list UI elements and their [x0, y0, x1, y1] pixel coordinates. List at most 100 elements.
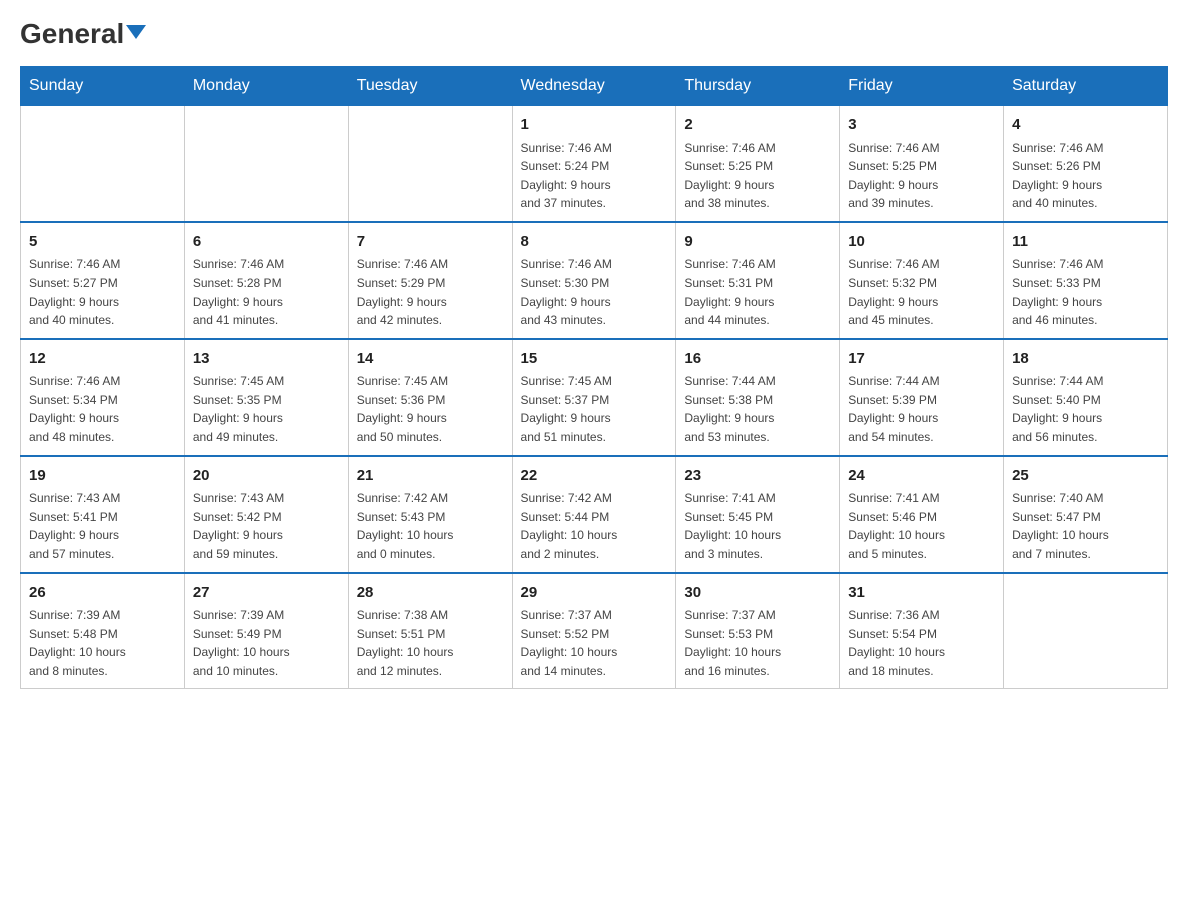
- weekday-header-monday: Monday: [184, 67, 348, 106]
- logo-triangle-icon: [126, 25, 146, 39]
- day-number: 7: [357, 231, 504, 254]
- calendar-cell: 26Sunrise: 7:39 AMSunset: 5:48 PMDayligh…: [21, 573, 185, 689]
- calendar-week-row: 19Sunrise: 7:43 AMSunset: 5:41 PMDayligh…: [21, 456, 1168, 573]
- day-number: 3: [848, 114, 995, 137]
- calendar-cell: 25Sunrise: 7:40 AMSunset: 5:47 PMDayligh…: [1004, 456, 1168, 573]
- day-info: Sunrise: 7:46 AMSunset: 5:26 PMDaylight:…: [1012, 139, 1159, 213]
- calendar-cell: 22Sunrise: 7:42 AMSunset: 5:44 PMDayligh…: [512, 456, 676, 573]
- calendar-cell: 29Sunrise: 7:37 AMSunset: 5:52 PMDayligh…: [512, 573, 676, 689]
- day-info: Sunrise: 7:40 AMSunset: 5:47 PMDaylight:…: [1012, 489, 1159, 563]
- day-info: Sunrise: 7:46 AMSunset: 5:28 PMDaylight:…: [193, 255, 340, 329]
- calendar-week-row: 1Sunrise: 7:46 AMSunset: 5:24 PMDaylight…: [21, 106, 1168, 222]
- calendar-cell: 5Sunrise: 7:46 AMSunset: 5:27 PMDaylight…: [21, 222, 185, 339]
- day-info: Sunrise: 7:42 AMSunset: 5:44 PMDaylight:…: [521, 489, 668, 563]
- day-number: 16: [684, 348, 831, 371]
- weekday-header-thursday: Thursday: [676, 67, 840, 106]
- calendar-cell: 28Sunrise: 7:38 AMSunset: 5:51 PMDayligh…: [348, 573, 512, 689]
- calendar-cell: 2Sunrise: 7:46 AMSunset: 5:25 PMDaylight…: [676, 106, 840, 222]
- day-number: 25: [1012, 465, 1159, 488]
- day-info: Sunrise: 7:46 AMSunset: 5:34 PMDaylight:…: [29, 372, 176, 446]
- day-info: Sunrise: 7:46 AMSunset: 5:29 PMDaylight:…: [357, 255, 504, 329]
- day-number: 29: [521, 582, 668, 605]
- day-info: Sunrise: 7:46 AMSunset: 5:24 PMDaylight:…: [521, 139, 668, 213]
- day-number: 14: [357, 348, 504, 371]
- logo-text: General: [20, 20, 146, 48]
- day-info: Sunrise: 7:44 AMSunset: 5:39 PMDaylight:…: [848, 372, 995, 446]
- calendar-cell: 30Sunrise: 7:37 AMSunset: 5:53 PMDayligh…: [676, 573, 840, 689]
- day-info: Sunrise: 7:37 AMSunset: 5:52 PMDaylight:…: [521, 606, 668, 680]
- day-info: Sunrise: 7:46 AMSunset: 5:27 PMDaylight:…: [29, 255, 176, 329]
- day-number: 27: [193, 582, 340, 605]
- calendar-cell: [21, 106, 185, 222]
- calendar-week-row: 5Sunrise: 7:46 AMSunset: 5:27 PMDaylight…: [21, 222, 1168, 339]
- day-info: Sunrise: 7:45 AMSunset: 5:37 PMDaylight:…: [521, 372, 668, 446]
- day-number: 22: [521, 465, 668, 488]
- calendar-cell: 24Sunrise: 7:41 AMSunset: 5:46 PMDayligh…: [840, 456, 1004, 573]
- day-number: 21: [357, 465, 504, 488]
- day-number: 23: [684, 465, 831, 488]
- day-number: 15: [521, 348, 668, 371]
- calendar-cell: 6Sunrise: 7:46 AMSunset: 5:28 PMDaylight…: [184, 222, 348, 339]
- day-info: Sunrise: 7:46 AMSunset: 5:25 PMDaylight:…: [684, 139, 831, 213]
- calendar-cell: 27Sunrise: 7:39 AMSunset: 5:49 PMDayligh…: [184, 573, 348, 689]
- day-number: 13: [193, 348, 340, 371]
- day-info: Sunrise: 7:39 AMSunset: 5:49 PMDaylight:…: [193, 606, 340, 680]
- calendar-cell: 13Sunrise: 7:45 AMSunset: 5:35 PMDayligh…: [184, 339, 348, 456]
- day-info: Sunrise: 7:41 AMSunset: 5:45 PMDaylight:…: [684, 489, 831, 563]
- day-info: Sunrise: 7:41 AMSunset: 5:46 PMDaylight:…: [848, 489, 995, 563]
- calendar-cell: 11Sunrise: 7:46 AMSunset: 5:33 PMDayligh…: [1004, 222, 1168, 339]
- calendar-cell: 20Sunrise: 7:43 AMSunset: 5:42 PMDayligh…: [184, 456, 348, 573]
- day-number: 17: [848, 348, 995, 371]
- calendar-cell: 9Sunrise: 7:46 AMSunset: 5:31 PMDaylight…: [676, 222, 840, 339]
- day-number: 9: [684, 231, 831, 254]
- day-number: 18: [1012, 348, 1159, 371]
- calendar-week-row: 26Sunrise: 7:39 AMSunset: 5:48 PMDayligh…: [21, 573, 1168, 689]
- day-number: 6: [193, 231, 340, 254]
- calendar-cell: 16Sunrise: 7:44 AMSunset: 5:38 PMDayligh…: [676, 339, 840, 456]
- day-info: Sunrise: 7:46 AMSunset: 5:30 PMDaylight:…: [521, 255, 668, 329]
- calendar-cell: 12Sunrise: 7:46 AMSunset: 5:34 PMDayligh…: [21, 339, 185, 456]
- day-info: Sunrise: 7:44 AMSunset: 5:40 PMDaylight:…: [1012, 372, 1159, 446]
- day-number: 10: [848, 231, 995, 254]
- day-number: 8: [521, 231, 668, 254]
- calendar-cell: 23Sunrise: 7:41 AMSunset: 5:45 PMDayligh…: [676, 456, 840, 573]
- day-info: Sunrise: 7:39 AMSunset: 5:48 PMDaylight:…: [29, 606, 176, 680]
- day-info: Sunrise: 7:46 AMSunset: 5:25 PMDaylight:…: [848, 139, 995, 213]
- day-number: 5: [29, 231, 176, 254]
- page-header: General: [20, 20, 1168, 46]
- calendar-cell: 21Sunrise: 7:42 AMSunset: 5:43 PMDayligh…: [348, 456, 512, 573]
- day-number: 11: [1012, 231, 1159, 254]
- calendar-cell: 3Sunrise: 7:46 AMSunset: 5:25 PMDaylight…: [840, 106, 1004, 222]
- day-info: Sunrise: 7:45 AMSunset: 5:36 PMDaylight:…: [357, 372, 504, 446]
- day-number: 20: [193, 465, 340, 488]
- day-info: Sunrise: 7:38 AMSunset: 5:51 PMDaylight:…: [357, 606, 504, 680]
- calendar-cell: 7Sunrise: 7:46 AMSunset: 5:29 PMDaylight…: [348, 222, 512, 339]
- logo: General: [20, 20, 146, 46]
- day-number: 31: [848, 582, 995, 605]
- day-info: Sunrise: 7:46 AMSunset: 5:32 PMDaylight:…: [848, 255, 995, 329]
- day-number: 1: [521, 114, 668, 137]
- calendar-cell: 14Sunrise: 7:45 AMSunset: 5:36 PMDayligh…: [348, 339, 512, 456]
- day-info: Sunrise: 7:46 AMSunset: 5:33 PMDaylight:…: [1012, 255, 1159, 329]
- weekday-header-sunday: Sunday: [21, 67, 185, 106]
- day-number: 24: [848, 465, 995, 488]
- day-info: Sunrise: 7:43 AMSunset: 5:42 PMDaylight:…: [193, 489, 340, 563]
- calendar-cell: 15Sunrise: 7:45 AMSunset: 5:37 PMDayligh…: [512, 339, 676, 456]
- day-number: 2: [684, 114, 831, 137]
- calendar-header-row: SundayMondayTuesdayWednesdayThursdayFrid…: [21, 67, 1168, 106]
- calendar-cell: [184, 106, 348, 222]
- day-number: 12: [29, 348, 176, 371]
- day-info: Sunrise: 7:43 AMSunset: 5:41 PMDaylight:…: [29, 489, 176, 563]
- day-info: Sunrise: 7:42 AMSunset: 5:43 PMDaylight:…: [357, 489, 504, 563]
- calendar-cell: 10Sunrise: 7:46 AMSunset: 5:32 PMDayligh…: [840, 222, 1004, 339]
- day-info: Sunrise: 7:37 AMSunset: 5:53 PMDaylight:…: [684, 606, 831, 680]
- calendar-cell: 17Sunrise: 7:44 AMSunset: 5:39 PMDayligh…: [840, 339, 1004, 456]
- calendar-cell: 1Sunrise: 7:46 AMSunset: 5:24 PMDaylight…: [512, 106, 676, 222]
- day-number: 4: [1012, 114, 1159, 137]
- day-info: Sunrise: 7:44 AMSunset: 5:38 PMDaylight:…: [684, 372, 831, 446]
- calendar-cell: [1004, 573, 1168, 689]
- day-number: 19: [29, 465, 176, 488]
- day-number: 26: [29, 582, 176, 605]
- calendar-cell: 4Sunrise: 7:46 AMSunset: 5:26 PMDaylight…: [1004, 106, 1168, 222]
- weekday-header-friday: Friday: [840, 67, 1004, 106]
